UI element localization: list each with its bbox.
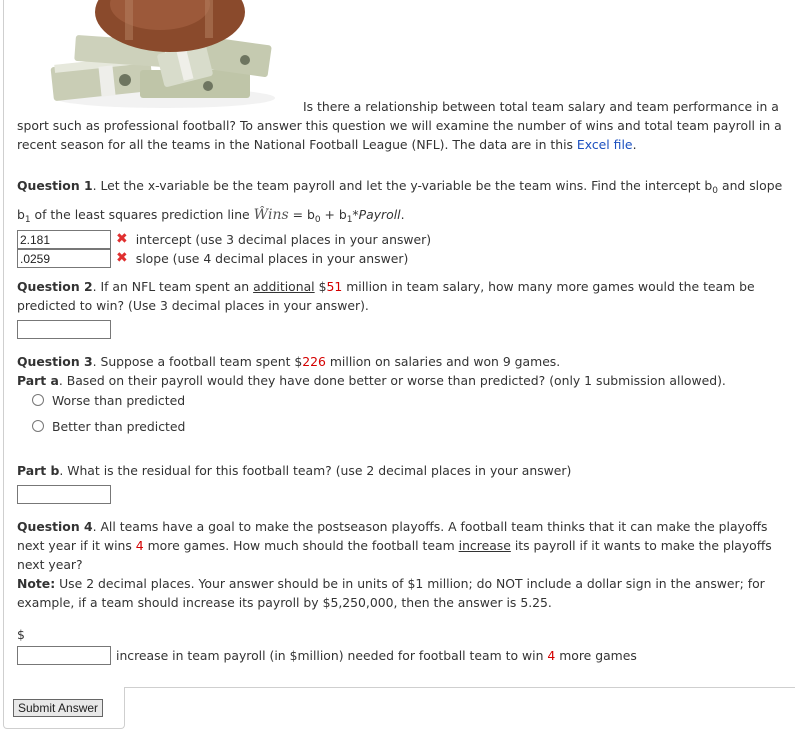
incorrect-icon: ✖ (116, 250, 128, 266)
question-2-prompt: Question 2. If an NFL team spent an addi… (17, 279, 755, 313)
question-1: Question 1. Let the x-variable be the te… (17, 174, 787, 268)
wins-hat-symbol: Ŵins (253, 207, 289, 223)
football-money-image (50, 0, 275, 108)
submit-answer-button[interactable]: Submit Answer (13, 699, 104, 717)
question-2: Question 2. If an NFL team spent an addi… (17, 277, 787, 339)
slope-label: slope (use 4 decimal places in your answ… (135, 251, 409, 266)
question-1-prompt: Question 1. Let the x-variable be the te… (17, 178, 783, 225)
games-increase-input[interactable] (17, 320, 111, 339)
residual-input[interactable] (17, 485, 111, 504)
question-4-label: Question 4 (17, 519, 93, 534)
question-3-label: Question 3 (17, 354, 93, 369)
question-1-label: Question 1 (17, 178, 93, 193)
question-3-part-b: Part b. What is the residual for this fo… (17, 461, 787, 504)
radio-button[interactable] (32, 394, 44, 406)
part-a-label: Part a (17, 373, 59, 388)
question-4: Question 4. All teams have a goal to mak… (17, 517, 787, 665)
slope-input[interactable] (17, 249, 111, 268)
intercept-input[interactable] (17, 230, 111, 249)
excel-file-link[interactable]: Excel file (577, 137, 633, 152)
question-4-prompt: Question 4. All teams have a goal to mak… (17, 519, 772, 572)
radio-button[interactable] (32, 420, 44, 432)
question-4-note: Note: Use 2 decimal places. Your answer … (17, 576, 765, 610)
radio-worse-than-predicted[interactable]: Worse than predicted (17, 390, 787, 410)
payroll-increase-label: increase in team payroll (in $million) n… (116, 648, 637, 663)
dollar-sign: $ (17, 627, 25, 642)
part-b-label: Part b (17, 463, 60, 478)
question-2-label: Question 2 (17, 279, 93, 294)
intro-paragraph: Is there a relationship between total te… (17, 99, 782, 152)
question-3: Question 3. Suppose a football team spen… (17, 352, 787, 442)
payroll-increase-input[interactable] (17, 646, 111, 665)
radio-better-than-predicted[interactable]: Better than predicted (17, 410, 787, 442)
